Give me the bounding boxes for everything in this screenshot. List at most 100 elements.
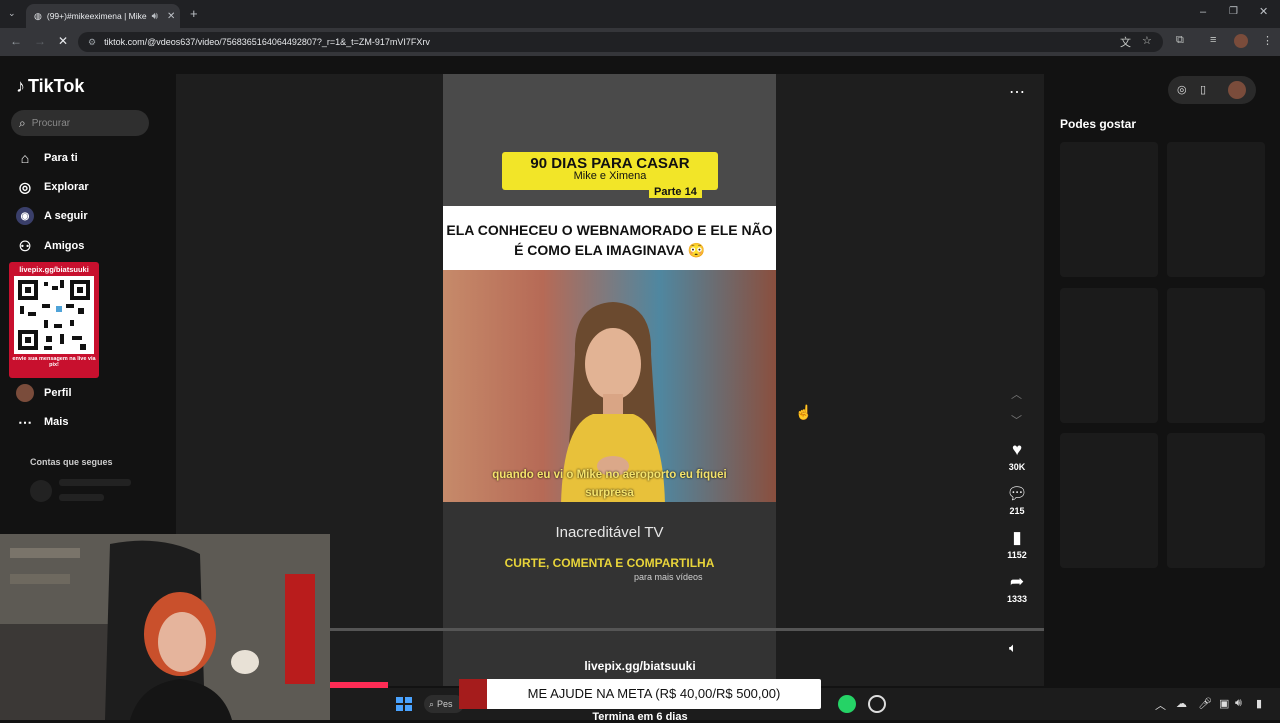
cloud-icon[interactable]: ☁ — [1176, 697, 1187, 710]
extensions-icon[interactable]: ⧉ — [1176, 34, 1184, 47]
tiktok-note-icon: ♪ — [16, 76, 25, 96]
livepix-goal-bar: ME AJUDE NA META (R$ 40,00/R$ 500,00) — [459, 679, 821, 709]
phone-icon[interactable]: ▯ — [1200, 83, 1206, 96]
qr-caption: envie sua mensagem na live via pix! — [12, 356, 96, 368]
like-count: 30K — [1008, 462, 1026, 472]
sidebar-item-perfil[interactable]: Perfil — [16, 384, 72, 402]
goal-text: ME AJUDE NA META (R$ 40,00/R$ 500,00) — [527, 686, 781, 701]
video-series-badge: 90 DIAS PARA CASAR Mike e Ximena — [502, 152, 718, 190]
sidebar-item-label: Explorar — [44, 181, 89, 193]
suggestion-card[interactable] — [1060, 288, 1158, 423]
suggestion-card[interactable] — [1167, 288, 1265, 423]
video-cta: CURTE, COMENTA E COMPARTILHA — [504, 556, 715, 570]
comment-count: 215 — [1009, 506, 1025, 516]
compass-icon[interactable]: ◎ — [1177, 83, 1187, 96]
tab-list-button[interactable]: ⌄ — [8, 8, 16, 19]
share-button[interactable]: ➦ 1333 — [1005, 572, 1029, 604]
compass-icon: ◎ — [18, 178, 32, 195]
sidebar-item-label: A seguir — [44, 210, 88, 222]
previous-video-icon[interactable]: ︿ — [1011, 386, 1022, 402]
following-placeholder-avatar — [30, 480, 52, 502]
streamer-figure — [0, 534, 330, 720]
suggestion-card[interactable] — [1060, 433, 1158, 568]
app-icon[interactable] — [868, 695, 886, 713]
profile-avatar[interactable] — [1234, 34, 1248, 48]
more-options-icon[interactable]: ⋯ — [1009, 82, 1025, 102]
stop-loading-button[interactable]: ✕ — [58, 34, 68, 48]
close-window-button[interactable]: ✕ — [1259, 5, 1268, 18]
search-icon: ⌕ — [19, 115, 26, 130]
qr-code-image — [14, 276, 94, 354]
share-count: 1333 — [1006, 594, 1028, 604]
following-placeholder-line — [59, 494, 104, 501]
tray-chevron-icon[interactable]: ︿ — [1155, 697, 1166, 713]
search-input[interactable]: ⌕ Procurar — [11, 110, 149, 136]
sidebar-item-label: Amigos — [44, 240, 85, 252]
webcam-overlay — [0, 534, 330, 720]
suggestion-card[interactable] — [1167, 433, 1265, 568]
like-button[interactable]: ♥ 30K — [1005, 440, 1029, 472]
forward-button[interactable]: → — [34, 34, 46, 48]
site-info-icon[interactable]: ⚙ — [88, 37, 96, 48]
media-controls-icon[interactable]: ≡ — [1210, 34, 1216, 46]
livepix-url: livepix.gg/biatsuuki — [584, 659, 696, 673]
volume-icon[interactable]: 🔈︎ — [1009, 640, 1017, 656]
comment-button[interactable]: 💬︎ 215 — [1005, 484, 1029, 516]
sidebar-item-para-ti[interactable]: ⌂ Para ti — [16, 149, 78, 167]
translate-icon[interactable]: 文 — [1120, 34, 1131, 50]
tiktok-logo[interactable]: ♪ TikTok — [16, 76, 84, 97]
video-brand: Inacreditável TV — [555, 524, 664, 541]
windows-start-icon[interactable] — [396, 697, 412, 711]
save-button[interactable]: ▮ 1152 — [1005, 528, 1029, 560]
sidebar-item-mais[interactable]: ⋯ Mais — [16, 413, 68, 431]
suggestion-card[interactable] — [1167, 142, 1265, 277]
taskbar-search[interactable]: ⌕ Pes — [424, 695, 464, 713]
tab-close-icon[interactable]: ✕ — [167, 11, 175, 22]
restore-button[interactable]: ❐ — [1229, 6, 1238, 17]
back-button[interactable]: ← — [10, 34, 22, 48]
volume-tray-icon[interactable]: 🔊︎ — [1235, 697, 1242, 710]
share-arrow-icon: ➦ — [1009, 572, 1025, 591]
video-progress-bar[interactable] — [330, 628, 1044, 631]
qr-url: livepix.gg/biatsuuki — [19, 265, 89, 274]
taskbar-search-text: Pes — [437, 699, 453, 709]
suggestion-card[interactable] — [1060, 142, 1158, 277]
sidebar-item-label: Perfil — [44, 387, 72, 399]
browser-menu-icon[interactable]: ⋮ — [1262, 34, 1273, 47]
microphone-icon[interactable]: 🎤︎ — [1198, 697, 1212, 710]
battery-icon[interactable]: ▮ — [1256, 697, 1262, 710]
sidebar-item-amigos[interactable]: ⚇ Amigos — [16, 237, 85, 255]
bookmark-star-icon[interactable]: ☆ — [1142, 34, 1152, 47]
bookmark-icon: ▮ — [1012, 528, 1022, 547]
video-subtitle: quando eu vi o Mike no aeroporto eu fiqu… — [492, 469, 727, 499]
following-placeholder-line — [59, 479, 131, 486]
sidebar-item-label: Para ti — [44, 152, 78, 164]
livepix-qr-overlay: livepix.gg/biatsuuki envie sua mensagem … — [9, 262, 99, 378]
sidebar-item-explorar[interactable]: ◎ Explorar — [16, 178, 89, 196]
more-icon: ⋯ — [18, 413, 32, 430]
badge-part: Parte 14 — [649, 186, 702, 198]
sidebar-item-a-seguir[interactable]: ◉ A seguir — [16, 207, 88, 225]
browser-tab[interactable]: ◍ (99+)#mikeeximena | Mike 🔊︎ ✕ — [26, 4, 180, 28]
url-field[interactable]: ⚙ tiktok.com/@vdeos637/video/75683651640… — [78, 32, 1163, 52]
globe-icon: ◍ — [34, 10, 42, 21]
speaker-icon[interactable]: 🔊︎ — [152, 11, 158, 22]
home-icon: ⌂ — [20, 150, 30, 166]
goal-bar-accent — [459, 679, 487, 709]
friends-icon: ⚇ — [18, 237, 32, 254]
next-video-icon[interactable]: ﹀ — [1011, 412, 1022, 428]
new-tab-button[interactable]: + — [190, 6, 198, 21]
tab-title: (99+)#mikeeximena | Mike — [46, 11, 147, 21]
network-icon[interactable]: ▣ — [1219, 697, 1229, 710]
minimize-button[interactable]: – — [1200, 6, 1206, 18]
goal-ends-text: Termina em 6 dias — [592, 711, 688, 723]
heart-icon: ♥ — [1011, 440, 1023, 459]
save-count: 1152 — [1007, 550, 1027, 560]
video-frame[interactable]: 90 DIAS PARA CASAR Mike e Ximena Parte 1… — [443, 74, 776, 686]
url-text: tiktok.com/@vdeos637/video/7568365164064… — [104, 37, 430, 47]
whatsapp-icon[interactable] — [838, 695, 856, 713]
following-icon: ◉ — [16, 207, 34, 225]
video-headline: ELA CONHECEU O WEBNAMORADO E ELE NÃO É C… — [443, 206, 776, 270]
video-cta-small: para mais vídeos — [634, 572, 703, 582]
user-avatar[interactable] — [1228, 81, 1246, 99]
